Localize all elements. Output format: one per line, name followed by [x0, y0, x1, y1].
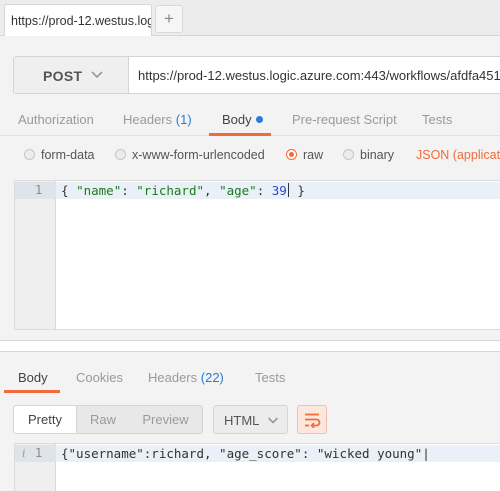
radio-icon [24, 149, 35, 160]
response-tab-cookies[interactable]: Cookies [76, 370, 123, 385]
radio-label: raw [303, 148, 324, 162]
view-pretty-button[interactable]: Pretty [14, 406, 77, 433]
plus-icon: + [164, 9, 174, 28]
tab-tests[interactable]: Tests [422, 112, 452, 127]
code-token: , [204, 183, 220, 198]
button-label: Preview [142, 412, 189, 427]
request-tabs: Authorization Headers (1) Body Pre-reque… [0, 106, 500, 136]
tab-label: Headers [123, 112, 173, 127]
modified-dot-icon [255, 116, 263, 123]
add-tab-button[interactable]: + [155, 5, 183, 33]
wrap-lines-button[interactable] [297, 405, 327, 434]
format-select[interactable]: HTML [213, 405, 288, 434]
tab-body[interactable]: Body [222, 112, 263, 127]
radio-label: binary [360, 148, 395, 162]
request-pane: POST Authorization Headers (1) Body Pre-… [0, 36, 500, 341]
code-token: 39 [271, 183, 287, 198]
info-icon: i [22, 447, 26, 460]
code-token: : [121, 183, 137, 198]
code-token: : [256, 183, 272, 198]
view-raw-button[interactable]: Raw [77, 406, 129, 433]
active-tab-indicator [209, 133, 271, 136]
method-select[interactable]: POST [14, 57, 129, 93]
radio-label: form-data [41, 148, 95, 162]
code-token: } [289, 183, 305, 198]
chevron-down-icon [91, 71, 103, 79]
tab-label: Authorization [18, 112, 94, 127]
response-tabs: Body Cookies Headers (22) Tests [0, 364, 500, 394]
request-body-code[interactable]: { "name": "richard", "age": 39 } [61, 183, 305, 198]
active-tab-indicator [4, 390, 60, 393]
wrap-lines-icon [305, 413, 321, 428]
code-token: "richard" [136, 183, 205, 198]
response-tab-headers[interactable]: Headers (22) [148, 370, 224, 385]
view-preview-button[interactable]: Preview [129, 406, 202, 433]
line-number: 1 [35, 183, 43, 197]
tab-label: Tests [255, 370, 286, 385]
view-mode-toggle: Pretty Raw Preview [13, 405, 203, 434]
content-type-label: JSON (application [416, 148, 500, 162]
radio-binary[interactable]: binary [343, 148, 394, 162]
text-cursor [287, 183, 289, 197]
radio-icon [115, 149, 126, 160]
radio-icon [343, 149, 354, 160]
format-label: HTML [224, 413, 260, 428]
radio-checked-icon [286, 149, 297, 160]
code-token: "age" [219, 183, 257, 198]
tab-authorization[interactable]: Authorization [18, 112, 94, 127]
content-type-dropdown[interactable]: JSON (application [416, 148, 500, 162]
radio-x-www-form-urlencoded[interactable]: x-www-form-urlencoded [115, 148, 265, 162]
headers-count: (1) [175, 112, 192, 127]
tab-strip: https://prod-12.westus.logic + [0, 0, 500, 37]
request-tab[interactable]: https://prod-12.westus.logic [4, 4, 152, 37]
tab-label: Tests [422, 112, 453, 127]
radio-raw[interactable]: raw [286, 148, 323, 162]
tab-label: Cookies [76, 370, 123, 385]
body-mode-options: form-data x-www-form-urlencoded raw bina… [0, 144, 500, 170]
method-label: POST [43, 68, 83, 84]
url-bar: POST [13, 56, 500, 94]
tab-headers[interactable]: Headers (1) [123, 112, 192, 127]
editor-gutter: 1 [15, 181, 56, 329]
response-body-editor[interactable]: i 1 {"username":richard, "age_score": "w… [14, 443, 500, 491]
response-tab-body[interactable]: Body [18, 370, 48, 385]
radio-form-data[interactable]: form-data [24, 148, 95, 162]
tab-label: Headers [148, 370, 198, 385]
request-tab-title: https://prod-12.westus.logic [11, 14, 152, 28]
code-token: "name" [76, 183, 122, 198]
url-input[interactable] [138, 57, 500, 93]
chevron-down-icon [267, 417, 279, 424]
response-pane: Body Cookies Headers (22) Tests Pretty R… [0, 351, 500, 491]
tab-label: Body [222, 112, 252, 127]
code-token: { [61, 183, 77, 198]
button-label: Pretty [28, 412, 62, 427]
request-body-editor[interactable]: 1 { "name": "richard", "age": 39 } [14, 180, 500, 330]
response-tab-tests[interactable]: Tests [255, 370, 285, 385]
headers-count: (22) [200, 370, 224, 385]
response-body-code[interactable]: {"username":richard, "age_score": "wicke… [61, 446, 430, 461]
button-label: Raw [89, 412, 116, 427]
line-number: 1 [35, 446, 43, 460]
tab-pre-request-script[interactable]: Pre-request Script [292, 112, 397, 127]
radio-label: x-www-form-urlencoded [132, 148, 265, 162]
tab-label: Pre-request Script [292, 112, 397, 127]
tab-label: Body [18, 370, 48, 385]
editor-gutter: i 1 [15, 444, 56, 491]
